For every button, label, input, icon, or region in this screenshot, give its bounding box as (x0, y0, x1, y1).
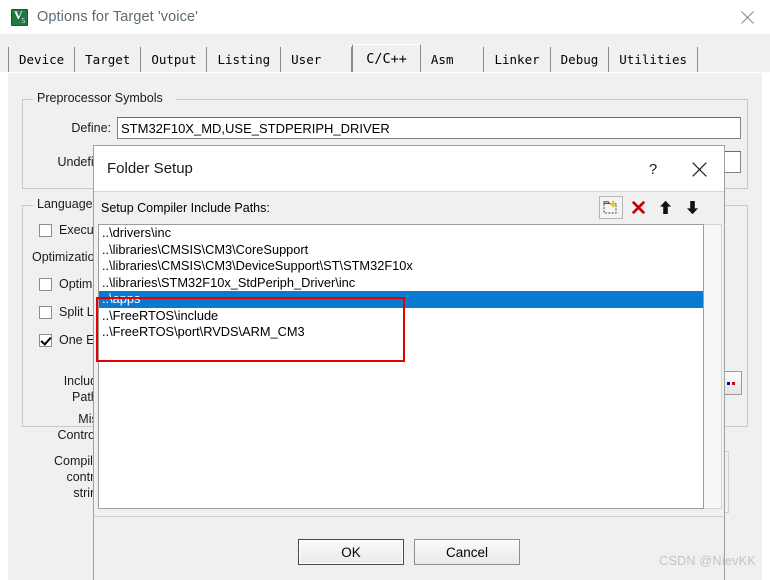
close-icon[interactable] (676, 146, 722, 192)
list-item[interactable]: ..\libraries\CMSIS\CM3\CoreSupport (99, 242, 703, 259)
help-icon[interactable]: ? (630, 146, 676, 192)
cancel-button[interactable]: Cancel (414, 539, 520, 565)
main-window-titlebar: Options for Target 'voice' (0, 0, 770, 34)
tab-output[interactable]: Output (141, 47, 208, 72)
keil-uvision-icon (11, 8, 28, 26)
tab-label: Output (151, 52, 197, 67)
tab-label: Linker (494, 52, 540, 67)
move-up-icon[interactable] (653, 196, 677, 219)
checkbox-box (39, 333, 52, 347)
tab-linker[interactable]: Linker (484, 47, 551, 72)
tab-list: Device Target Output Listing User C/C++ … (8, 44, 699, 72)
folder-setup-dialog: Folder Setup ? Setup Compiler Include Pa… (93, 145, 725, 580)
options-tabstrip: Device Target Output Listing User C/C++ … (0, 34, 770, 72)
ok-button[interactable]: OK (298, 539, 404, 565)
list-item[interactable]: ..\libraries\CMSIS\CM3\DeviceSupport\ST\… (99, 258, 703, 275)
tab-label: Debug (560, 52, 599, 67)
tab-label: Device (19, 52, 65, 67)
help-label: ? (648, 160, 658, 178)
include-paths-list[interactable]: ..\drivers\inc ..\libraries\CMSIS\CM3\Co… (98, 224, 704, 509)
tab-utilities[interactable]: Utilities (609, 47, 699, 72)
tab-c-cpp[interactable]: C/C++ (352, 44, 421, 72)
list-item[interactable]: ..\libraries\STM32F10x_StdPeriph_Driver\… (99, 275, 703, 292)
checkbox-box (39, 277, 52, 291)
screenshot-root: Options for Target 'voice' Device Target… (0, 0, 770, 580)
compiler-control-string-label: Compiler control string (53, 454, 104, 500)
tab-user[interactable]: User (281, 47, 353, 72)
dialog-subbar: Setup Compiler Include Paths: (94, 193, 724, 222)
tab-label: Asm (430, 52, 454, 67)
include-paths-label: Include Paths (63, 374, 104, 404)
button-label: Cancel (445, 544, 489, 560)
define-input[interactable]: STM32F10X_MD,USE_STDPERIPH_DRIVER (117, 117, 741, 139)
tab-label: User (291, 52, 322, 67)
dialog-titlebar: Folder Setup ? (94, 146, 724, 192)
move-down-icon[interactable] (680, 196, 704, 219)
tab-label: Listing (217, 52, 271, 67)
tab-listing[interactable]: Listing (207, 47, 282, 72)
list-item[interactable]: ..\FreeRTOS\port\RVDS\ARM_CM3 (99, 324, 703, 341)
tab-label: C/C++ (366, 50, 407, 67)
checkbox-box (39, 223, 52, 237)
main-window-title: Options for Target 'voice' (37, 9, 199, 25)
list-item[interactable]: ..\drivers\inc (99, 225, 703, 242)
define-label: Define: (71, 121, 111, 135)
tab-label: Utilities (619, 52, 688, 67)
dialog-subtitle: Setup Compiler Include Paths: (101, 200, 270, 215)
tab-debug[interactable]: Debug (550, 47, 610, 72)
group-legend: Preprocessor Symbols (33, 91, 167, 105)
misc-controls-label: Misc Controls (57, 412, 104, 442)
tab-device[interactable]: Device (8, 47, 76, 72)
tab-target[interactable]: Target (75, 47, 142, 72)
delete-icon[interactable] (626, 196, 650, 219)
watermark: CSDN @NievKK (659, 554, 756, 568)
new-folder-icon[interactable] (599, 196, 623, 219)
checkbox-box (39, 305, 52, 319)
list-item[interactable]: ..\FreeRTOS\include (99, 308, 703, 325)
button-label: OK (341, 544, 361, 560)
list-scrollbar[interactable] (704, 224, 722, 509)
define-value: STM32F10X_MD,USE_STDPERIPH_DRIVER (121, 120, 390, 136)
tab-asm[interactable]: Asm (420, 47, 485, 72)
list-item-selected[interactable]: ..\apps (99, 291, 703, 308)
close-icon[interactable] (724, 0, 770, 34)
dialog-title: Folder Setup (107, 160, 193, 177)
dialog-footer: OK Cancel (94, 516, 724, 580)
tab-label: Target (85, 52, 131, 67)
